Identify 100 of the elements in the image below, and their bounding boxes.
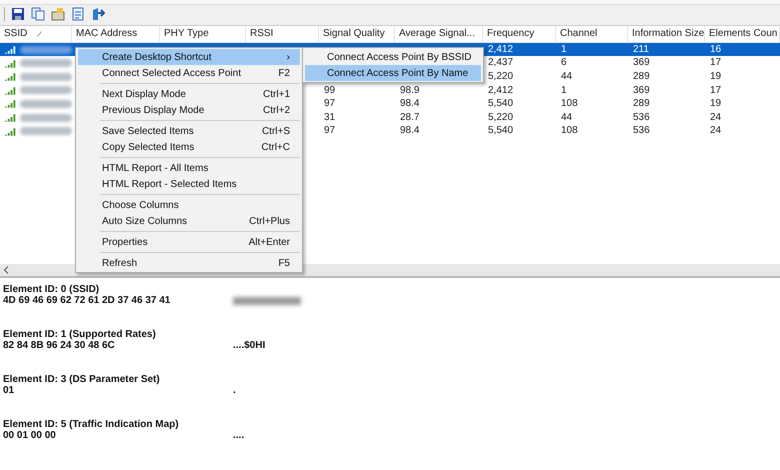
signal-icon xyxy=(4,113,18,122)
column-label: PHY Type xyxy=(164,28,209,40)
column-header[interactable]: Information Size xyxy=(628,26,705,42)
table-cell: 16 xyxy=(705,42,780,56)
hex-bytes: 01 xyxy=(3,385,16,396)
column-header[interactable]: Average Signal... xyxy=(395,26,483,42)
redacted-ssid xyxy=(20,127,72,136)
redacted-ssid xyxy=(20,59,72,68)
properties-icon[interactable] xyxy=(51,7,65,21)
shortcut-label: Ctrl+2 xyxy=(263,104,290,116)
table-cell-text: 44 xyxy=(560,110,574,124)
table-cell-text: 24 xyxy=(709,124,722,138)
table-cell-text: 289 xyxy=(632,70,651,84)
column-header[interactable]: SSID xyxy=(0,26,72,42)
copy-icon[interactable] xyxy=(31,7,45,21)
table-cell-text: 6 xyxy=(560,56,568,70)
menu-item-label: Connect Selected Access Point xyxy=(102,68,241,78)
menu-item-label: Create Desktop Shortcut xyxy=(102,52,212,62)
column-label: MAC Address xyxy=(76,28,138,40)
shortcut-label: Ctrl+Plus xyxy=(249,216,290,226)
signal-icon xyxy=(4,58,18,68)
menu-item[interactable]: Previous Display Mode Ctrl+2 xyxy=(78,102,300,118)
table-cell-text: 536 xyxy=(632,124,651,138)
menu-item[interactable]: Properties Alt+Enter xyxy=(78,234,300,250)
menu-item-label: HTML Report - All Items xyxy=(102,162,208,174)
signal-icon xyxy=(4,45,18,54)
menu-item[interactable]: Connect Access Point By BSSID xyxy=(305,49,481,65)
menu-item[interactable]: Connect Selected Access Point F2 xyxy=(78,65,300,81)
column-header[interactable]: RSSI xyxy=(246,26,319,42)
shortcut-label: Alt+Enter xyxy=(248,236,290,248)
table-cell-text: 5,220 xyxy=(487,70,514,84)
report-icon[interactable] xyxy=(71,7,85,21)
menu-item-label: Save Selected Items xyxy=(102,126,194,136)
save-icon[interactable] xyxy=(11,7,25,21)
menu-item[interactable]: Save Selected Items Ctrl+S xyxy=(78,123,300,139)
table-cell-text: 1 xyxy=(560,84,568,98)
element-heading: Element ID: 0 (SSID) xyxy=(3,284,100,296)
column-label: Signal Quality xyxy=(323,28,385,40)
column-header[interactable]: Signal Quality xyxy=(319,26,395,42)
table-cell-text: 289 xyxy=(632,97,651,111)
shortcut-label: › xyxy=(286,52,290,62)
table-cell-text: 44 xyxy=(560,70,574,84)
menu-item[interactable]: HTML Report - All Items xyxy=(78,160,300,176)
hex-bytes: 00 01 00 00 xyxy=(3,430,57,442)
column-header[interactable]: PHY Type xyxy=(160,26,246,42)
table-cell-text: 5,540 xyxy=(487,124,514,138)
ssid-cell[interactable] xyxy=(0,42,72,56)
ascii-text: . xyxy=(233,385,236,396)
menu-item[interactable]: Choose Columns xyxy=(78,197,300,213)
table-cell-text: 99 xyxy=(323,84,336,98)
redacted-ssid xyxy=(20,46,72,54)
element-heading: Element ID: 5 (Traffic Indication Map) xyxy=(3,419,180,430)
table-cell-text: 2,437 xyxy=(487,56,514,70)
menu-item[interactable]: Next Display Mode Ctrl+1 xyxy=(78,86,300,102)
table-cell-text: 28.7 xyxy=(399,110,420,124)
menu-item[interactable]: HTML Report - Selected Items xyxy=(78,176,300,192)
column-label: RSSI xyxy=(250,28,274,40)
table-cell-text: 5,220 xyxy=(487,110,514,124)
table-cell-text: 19 xyxy=(709,70,722,84)
table-cell-text: 17 xyxy=(709,84,722,98)
table-cell-text: 98.9 xyxy=(399,84,420,98)
menu-item[interactable]: Auto Size Columns Ctrl+Plus xyxy=(78,213,300,229)
menu-item[interactable]: Copy Selected Items Ctrl+C xyxy=(78,139,300,155)
hex-bytes: 4D 69 46 69 62 72 61 2D 37 46 37 41 xyxy=(3,295,172,306)
table-cell: 2,412 xyxy=(483,42,556,56)
element-heading: Element ID: 1 (Supported Rates) xyxy=(3,329,157,340)
menu-item[interactable]: Create Desktop Shortcut › xyxy=(78,49,300,65)
menu-item-label: HTML Report - Selected Items xyxy=(102,178,237,190)
signal-icon xyxy=(4,86,18,95)
column-header[interactable]: MAC Address xyxy=(72,26,160,42)
redacted-ssid xyxy=(20,86,72,94)
column-label: Information Size xyxy=(632,28,704,40)
column-header[interactable]: Elements Coun xyxy=(705,26,780,42)
menu-item-label: Choose Columns xyxy=(102,200,179,210)
ascii-text: ....$0HI xyxy=(233,340,266,352)
hex-bytes: 82 84 8B 96 24 30 48 6C xyxy=(3,340,116,352)
column-header[interactable]: Frequency xyxy=(483,26,556,42)
menu-item[interactable]: Refresh F5 xyxy=(78,255,300,271)
menu-item[interactable]: Connect Access Point By Name xyxy=(305,65,481,81)
table-cell-text: 536 xyxy=(632,110,651,124)
shortcut-label: Ctrl+1 xyxy=(263,88,290,100)
shortcut-label: F2 xyxy=(278,68,290,78)
shortcut-label: Ctrl+C xyxy=(261,142,290,152)
table-cell-text: 5,540 xyxy=(487,97,514,111)
table-cell-text: 369 xyxy=(632,56,651,70)
scroll-left-icon[interactable] xyxy=(3,266,9,274)
exit-icon[interactable] xyxy=(91,7,105,21)
table-cell-text: 98.4 xyxy=(399,97,420,111)
column-header[interactable]: Channel xyxy=(556,26,628,42)
ascii-text: .... xyxy=(233,430,244,442)
menu-item-label: Previous Display Mode xyxy=(102,104,204,116)
table-cell-text: 2,412 xyxy=(487,84,514,98)
table-cell-text: 97 xyxy=(323,124,336,138)
table-cell: 211 xyxy=(628,42,705,56)
table-cell-text: 97 xyxy=(323,97,336,111)
signal-icon xyxy=(4,126,18,136)
redacted-ssid xyxy=(20,72,72,81)
redacted-ssid xyxy=(20,100,72,108)
signal-icon xyxy=(4,99,18,108)
menu-item-label: Copy Selected Items xyxy=(102,142,194,152)
